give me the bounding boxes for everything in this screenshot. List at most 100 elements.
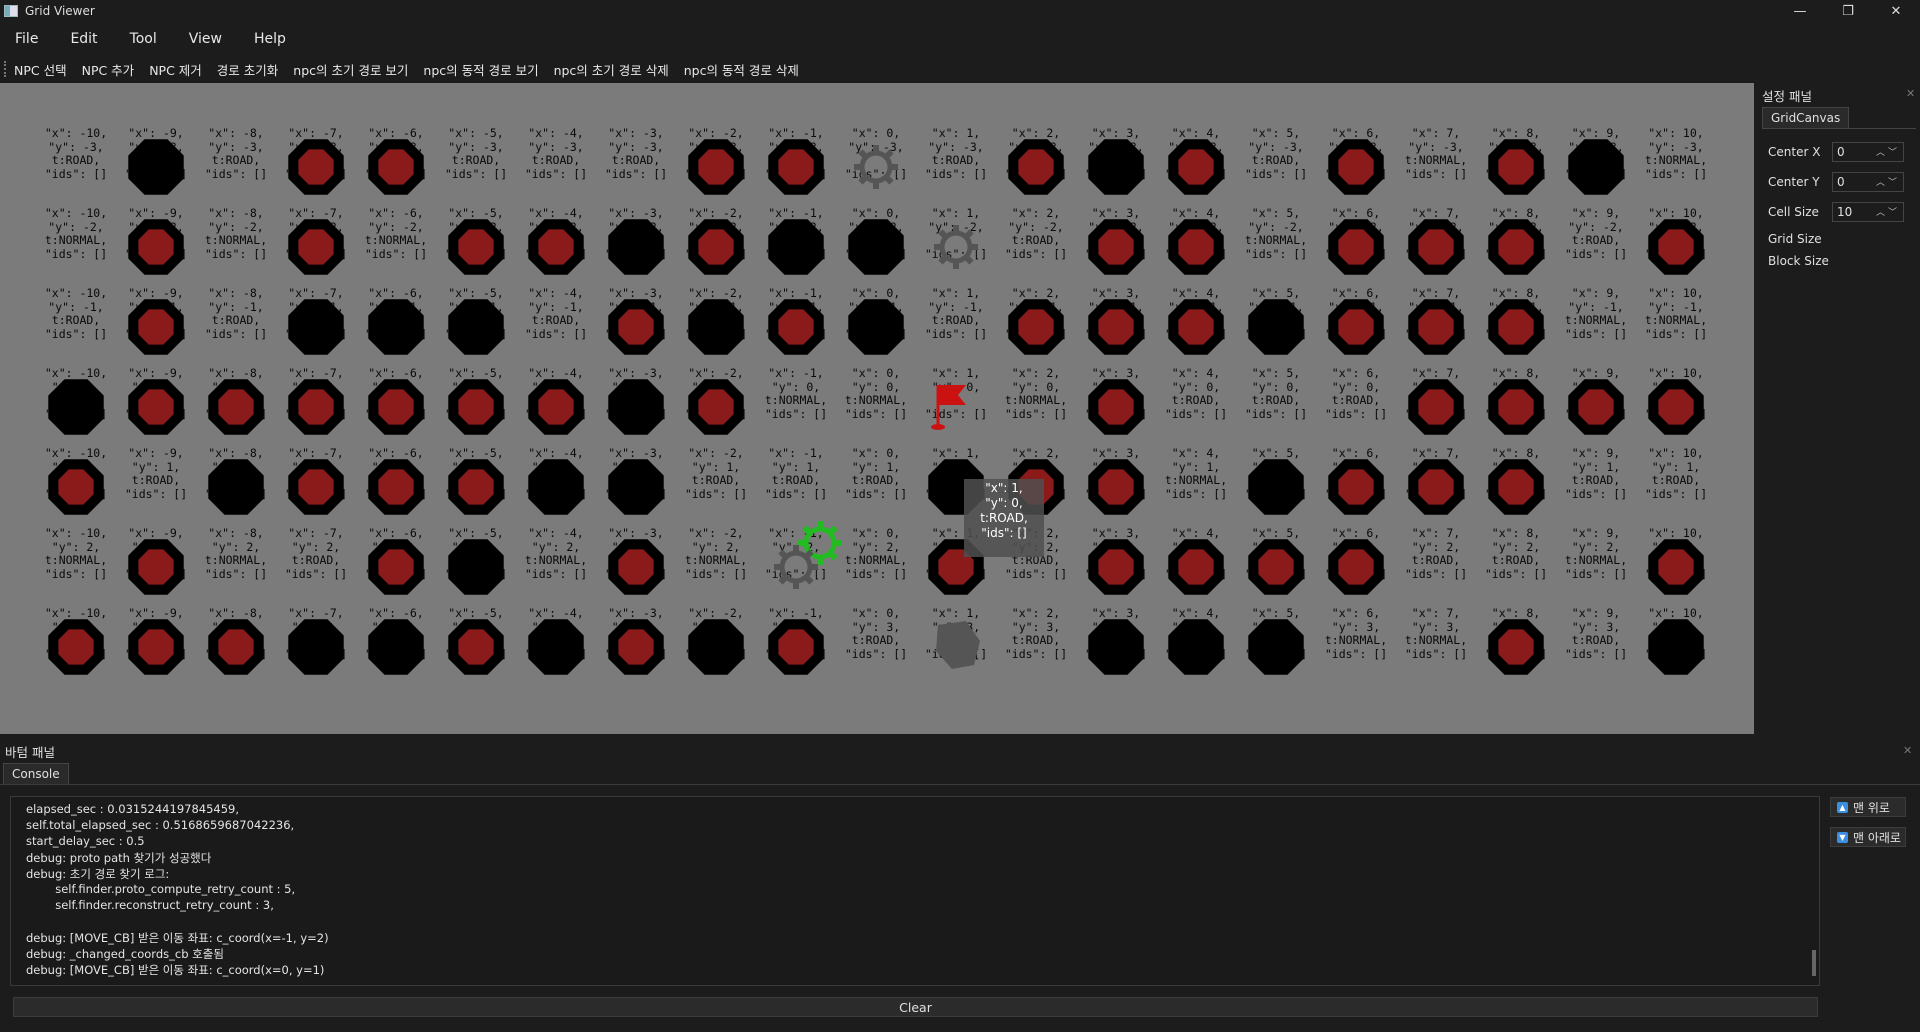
grid-cell[interactable]: "x": -7, "y": 1, "ids": []: [276, 446, 356, 527]
grid-cell[interactable]: "x": 3, "y": 3, "ids": []: [1076, 606, 1156, 687]
grid-cell[interactable]: "x": 8, "y": 0, "ids": []: [1476, 366, 1556, 447]
grid-cell[interactable]: "x": 0, "y": -2, "ids": []: [836, 206, 916, 287]
grid-cell[interactable]: "x": -7, "y": -1, "ids": []: [276, 286, 356, 367]
spin-arrows-icon[interactable]: ︿﹀: [1876, 145, 1900, 158]
grid-cell[interactable]: "x": 9, "y": 2, t:NORMAL, "ids": []: [1556, 526, 1636, 607]
grid-cell[interactable]: "x": -8, "y": -1, t:ROAD, "ids": []: [196, 286, 276, 367]
delete-initial-path-button[interactable]: npc의 초기 경로 삭제: [554, 60, 669, 79]
grid-cell[interactable]: "x": 3, "y": -3, "ids": []: [1076, 126, 1156, 207]
maximize-button[interactable]: ❐: [1824, 0, 1872, 22]
grid-cell[interactable]: "x": -7, "y": 3, "ids": []: [276, 606, 356, 687]
menu-view[interactable]: View: [173, 31, 238, 47]
grid-cell[interactable]: "x": -4, "y": -3, t:ROAD, "ids": []: [516, 126, 596, 207]
grid-cell[interactable]: "x": 0, "y": 3, t:ROAD, "ids": []: [836, 606, 916, 687]
settings-close-icon[interactable]: ✕: [1906, 87, 1915, 100]
spin-arrows-icon[interactable]: ︿﹀: [1876, 205, 1900, 218]
grid-cell[interactable]: "x": 5, "y": -1, "ids": []: [1236, 286, 1316, 367]
grid-cell[interactable]: "x": -3, "y": 0, "ids": []: [596, 366, 676, 447]
grid-cell[interactable]: "x": 3, "y": 1, "ids": []: [1076, 446, 1156, 527]
grid-cell[interactable]: "x": -10, "y": 3, "ids": []: [36, 606, 116, 687]
grid-cell[interactable]: "x": -10, "y": -3, t:ROAD, "ids": []: [36, 126, 116, 207]
select-npc-button[interactable]: NPC 선택: [14, 60, 67, 79]
grid-cell[interactable]: "x": 0, "y": 0, t:NORMAL, "ids": []: [836, 366, 916, 447]
grid-cell[interactable]: "x": 10, "y": -3, t:NORMAL, "ids": []: [1636, 126, 1716, 207]
grid-cell[interactable]: "x": 9, "y": -1, t:NORMAL, "ids": []: [1556, 286, 1636, 367]
grid-cell[interactable]: "x": 4, "y": -1, "ids": []: [1156, 286, 1236, 367]
grid-cell[interactable]: "x": -6, "y": -3, "ids": []: [356, 126, 436, 207]
grid-cell[interactable]: "x": -2, "y": 2, t:NORMAL, "ids": []: [676, 526, 756, 607]
grid-cell[interactable]: "x": -3, "y": 3, "ids": []: [596, 606, 676, 687]
grid-cell[interactable]: "x": 9, "y": 3, t:ROAD, "ids": []: [1556, 606, 1636, 687]
grid-cell[interactable]: "x": 8, "y": -2, "ids": []: [1476, 206, 1556, 287]
grid-cell[interactable]: "x": -6, "y": 0, "ids": []: [356, 366, 436, 447]
grid-cell[interactable]: "x": 5, "y": -3, t:ROAD, "ids": []: [1236, 126, 1316, 207]
grid-canvas[interactable]: "x": -10, "y": -3, t:ROAD, "ids": [] "x":…: [0, 83, 1754, 734]
grid-cell[interactable]: "x": 5, "y": 0, t:ROAD, "ids": []: [1236, 366, 1316, 447]
grid-cell[interactable]: "x": 4, "y": -2, "ids": []: [1156, 206, 1236, 287]
grid-cell[interactable]: "x": 6, "y": -2, "ids": []: [1316, 206, 1396, 287]
grid-cell[interactable]: "x": -5, "y": -3, t:ROAD, "ids": []: [436, 126, 516, 207]
grid-cell[interactable]: "x": 4, "y": 3, "ids": []: [1156, 606, 1236, 687]
grid-cell[interactable]: "x": -5, "y": 0, "ids": []: [436, 366, 516, 447]
grid-cell[interactable]: "x": 7, "y": -3, t:NORMAL, "ids": []: [1396, 126, 1476, 207]
grid-cell[interactable]: "x": -2, "y": 3, "ids": []: [676, 606, 756, 687]
grid-cell[interactable]: "x": -5, "y": 1, "ids": []: [436, 446, 516, 527]
grid-cell[interactable]: "x": -8, "y": -3, t:ROAD, "ids": []: [196, 126, 276, 207]
menu-tool[interactable]: Tool: [114, 31, 173, 47]
grid-cell[interactable]: "x": 9, "y": -3, "ids": []: [1556, 126, 1636, 207]
show-initial-path-button[interactable]: npc의 초기 경로 보기: [293, 60, 408, 79]
grid-cell[interactable]: "x": 10, "y": -2, "ids": []: [1636, 206, 1716, 287]
grid-cell[interactable]: "x": 7, "y": 3, t:NORMAL, "ids": []: [1396, 606, 1476, 687]
minimize-button[interactable]: —: [1776, 0, 1824, 22]
center-x-spinbox[interactable]: 0 ︿﹀: [1832, 142, 1904, 162]
grid-cell[interactable]: "x": -9, "y": -2, "ids": []: [116, 206, 196, 287]
grid-cell[interactable]: "x": 3, "y": 2, "ids": []: [1076, 526, 1156, 607]
grid-cell[interactable]: "x": -7, "y": -2, "ids": []: [276, 206, 356, 287]
grid-cell[interactable]: "x": -7, "y": 0, "ids": []: [276, 366, 356, 447]
grid-cell[interactable]: "x": -3, "y": 2, "ids": []: [596, 526, 676, 607]
grid-cell[interactable]: "x": -9, "y": 2, "ids": []: [116, 526, 196, 607]
menu-edit[interactable]: Edit: [54, 31, 113, 47]
remove-npc-button[interactable]: NPC 제거: [149, 60, 202, 79]
grid-cell[interactable]: "x": -10, "y": -2, t:NORMAL, "ids": []: [36, 206, 116, 287]
grid-cell[interactable]: "x": 10, "y": 1, t:ROAD, "ids": []: [1636, 446, 1716, 527]
bottom-close-icon[interactable]: ✕: [1903, 744, 1912, 757]
grid-cell[interactable]: "x": 8, "y": 1, "ids": []: [1476, 446, 1556, 527]
grid-cell[interactable]: "x": 0, "y": 1, t:ROAD, "ids": []: [836, 446, 916, 527]
grid-cell[interactable]: "x": 1, "y": 0, "ids": []: [916, 366, 996, 447]
clear-button[interactable]: Clear: [13, 997, 1818, 1017]
grid-cell[interactable]: "x": 10, "y": -1, t:NORMAL, "ids": []: [1636, 286, 1716, 367]
grid-cell[interactable]: "x": -9, "y": 0, "ids": []: [116, 366, 196, 447]
grid-cell[interactable]: "x": -10, "y": -1, t:ROAD, "ids": []: [36, 286, 116, 367]
grid-cell[interactable]: "x": 2, "y": 0, t:NORMAL, "ids": []: [996, 366, 1076, 447]
console-output[interactable]: elapsed_sec : 0.0315244197845459, self.to…: [10, 796, 1820, 986]
tab-console[interactable]: Console: [3, 763, 69, 784]
grid-cell[interactable]: "x": -8, "y": 3, "ids": []: [196, 606, 276, 687]
grid-cell[interactable]: "x": 4, "y": -3, "ids": []: [1156, 126, 1236, 207]
grid-cell[interactable]: "x": -4, "y": 1, "ids": []: [516, 446, 596, 527]
grid-cell[interactable]: "x": -6, "y": 2, "ids": []: [356, 526, 436, 607]
grid-cell[interactable]: "x": 10, "y": 3, "ids": []: [1636, 606, 1716, 687]
grid-cell[interactable]: "x": 10, "y": 0, "ids": []: [1636, 366, 1716, 447]
grid-cell[interactable]: "x": 0, "y": 2, t:NORMAL, "ids": []: [836, 526, 916, 607]
grid-cell[interactable]: "x": 8, "y": -3, "ids": []: [1476, 126, 1556, 207]
close-button[interactable]: ✕: [1872, 0, 1920, 22]
grid-cell[interactable]: "x": -5, "y": 2, "ids": []: [436, 526, 516, 607]
grid-cell[interactable]: "x": -6, "y": 1, "ids": []: [356, 446, 436, 527]
grid-cell[interactable]: "x": 2, "y": -3, "ids": []: [996, 126, 1076, 207]
grid-cell[interactable]: "x": -3, "y": -2, "ids": []: [596, 206, 676, 287]
grid-cell[interactable]: "x": -9, "y": -3, "ids": []: [116, 126, 196, 207]
toolbar-grip[interactable]: [4, 61, 6, 77]
grid-cell[interactable]: "x": 7, "y": 0, "ids": []: [1396, 366, 1476, 447]
grid-cell[interactable]: "x": -10, "y": 1, "ids": []: [36, 446, 116, 527]
grid-cell[interactable]: "x": -3, "y": 1, "ids": []: [596, 446, 676, 527]
grid-cell[interactable]: "x": -4, "y": -2, "ids": []: [516, 206, 596, 287]
menu-file[interactable]: File: [0, 31, 54, 47]
add-npc-button[interactable]: NPC 추가: [82, 60, 135, 79]
scroll-top-button[interactable]: ▲ 맨 위로: [1830, 797, 1906, 817]
grid-cell[interactable]: "x": -9, "y": -1, "ids": []: [116, 286, 196, 367]
grid-cell[interactable]: "x": 7, "y": 1, "ids": []: [1396, 446, 1476, 527]
grid-cell[interactable]: "x": -9, "y": 1, t:ROAD, "ids": []: [116, 446, 196, 527]
grid-cell[interactable]: "x": 1, "y": -2, "ids": []: [916, 206, 996, 287]
grid-cell[interactable]: "x": -4, "y": 0, "ids": []: [516, 366, 596, 447]
